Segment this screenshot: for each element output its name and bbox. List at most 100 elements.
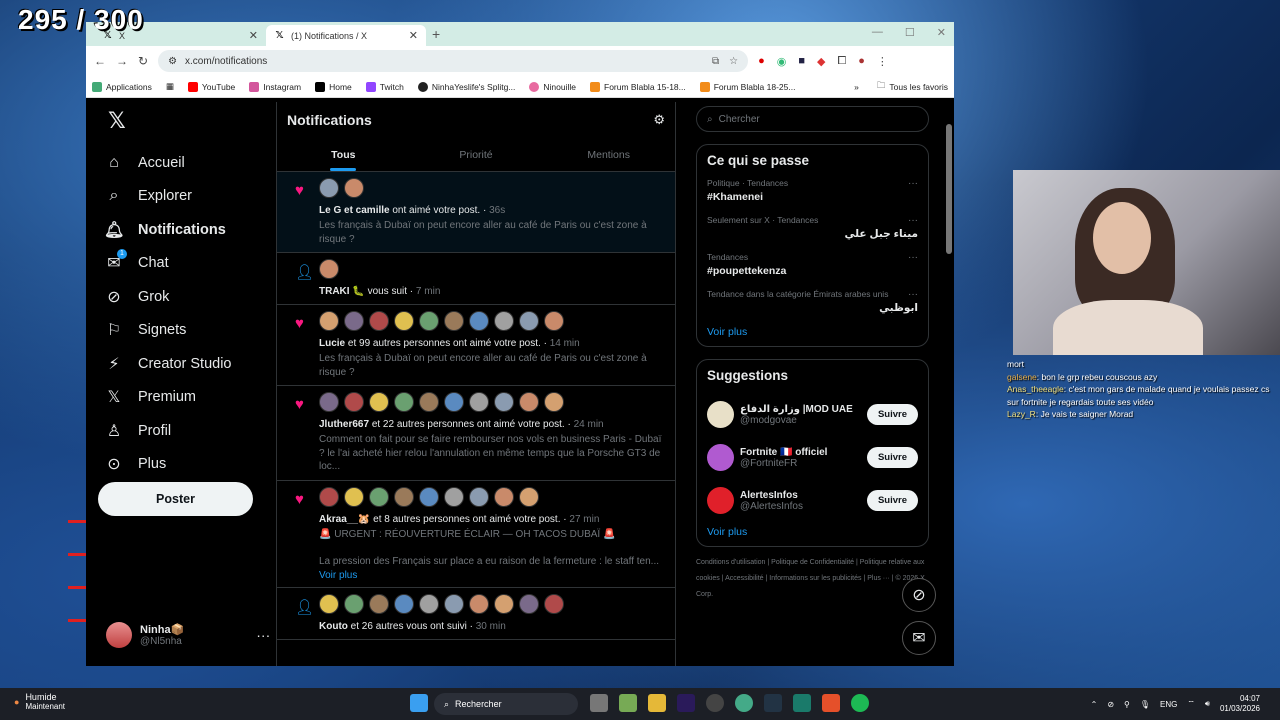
avatar[interactable]: [344, 178, 364, 198]
notification-item[interactable]: ♥ Lucie et 99 autres personnes ont aimé v…: [277, 305, 675, 386]
volume-icon[interactable]: 🔊︎: [1205, 699, 1210, 709]
notification-item[interactable]: 👤︎ Kouto et 26 autres vous ont suivi · 30…: [277, 588, 675, 640]
suggestion-item[interactable]: وزارة الدفاع |MOD UAE @modgovae Suivre: [707, 393, 918, 436]
puzzle-icon[interactable]: ⧠: [837, 55, 846, 68]
notification-item[interactable]: ♥ Akraa__🐹 et 8 autres personnes ont aimé…: [277, 481, 675, 588]
avatar[interactable]: [707, 401, 734, 428]
avatar[interactable]: [707, 444, 734, 471]
avatar[interactable]: [369, 392, 389, 412]
avatar[interactable]: [394, 311, 414, 331]
tab-mentions[interactable]: Mentions: [542, 138, 675, 171]
avatar[interactable]: [469, 392, 489, 412]
avatar[interactable]: [444, 594, 464, 614]
avatar[interactable]: [344, 392, 364, 412]
follow-button[interactable]: Suivre: [866, 490, 918, 511]
nav-item-explorer[interactable]: ⌕ Explorer: [104, 180, 276, 214]
trend-item[interactable]: Tendances #poupettekenza ···: [707, 252, 918, 277]
avatar[interactable]: [369, 311, 389, 331]
avatar[interactable]: [394, 392, 414, 412]
avatar[interactable]: [394, 594, 414, 614]
install-icon[interactable]: ⧉: [712, 56, 719, 67]
chrome-icon[interactable]: [735, 694, 753, 712]
brave-icon[interactable]: [822, 694, 840, 712]
avatar[interactable]: [469, 311, 489, 331]
menu-icon[interactable]: ⋮: [877, 55, 888, 68]
clock[interactable]: 04:07 01/03/2026: [1220, 694, 1260, 714]
avatar[interactable]: [444, 486, 464, 507]
bookmark-forum-18-25[interactable]: Forum Blabla 18-25...: [699, 81, 795, 92]
extension-icon[interactable]: ■: [798, 55, 805, 67]
nav-item-profil[interactable]: ♙ Profil: [104, 414, 276, 448]
notification-users[interactable]: Kouto: [319, 621, 348, 632]
avatar[interactable]: [494, 311, 514, 331]
trend-item[interactable]: Seulement sur X · Tendances ميناء جبل علي…: [707, 215, 918, 240]
nav-item-plus[interactable]: ⊙ Plus: [104, 448, 276, 482]
avatar[interactable]: [469, 594, 489, 614]
tab-priorite[interactable]: Priorité: [410, 138, 543, 171]
trend-item[interactable]: Tendance dans la catégorie Émirats arabe…: [707, 289, 918, 314]
wifi-icon[interactable]: ⌔: [1187, 699, 1195, 709]
nav-item-premium[interactable]: 𝕏 Premium: [104, 381, 276, 415]
reload-icon[interactable]: ↻: [138, 54, 148, 68]
avatar[interactable]: [344, 486, 364, 507]
more-options-icon[interactable]: ···: [908, 252, 918, 263]
network-off-icon[interactable]: ⊘: [1107, 700, 1114, 709]
site-info-icon[interactable]: ⚙: [168, 56, 177, 67]
avatar[interactable]: [494, 594, 514, 614]
more-options-icon[interactable]: ···: [908, 215, 918, 226]
more-options-icon[interactable]: ···: [908, 178, 918, 189]
premiere-icon[interactable]: [677, 694, 695, 712]
avatar[interactable]: [469, 486, 489, 507]
avatar[interactable]: [494, 392, 514, 412]
nav-item-grok[interactable]: ⊘ Grok: [104, 280, 276, 314]
avatar[interactable]: [394, 486, 414, 507]
see-more-link[interactable]: Voir plus: [319, 570, 663, 581]
gear-icon[interactable]: ⚙: [653, 112, 665, 128]
avatar[interactable]: [419, 392, 439, 412]
suggestion-item[interactable]: Fortnite 🇫🇷 officiel @FortniteFR Suivre: [707, 436, 918, 479]
avatar[interactable]: [544, 594, 564, 614]
footer-link[interactable]: Politique de Confidentialité: [771, 559, 854, 566]
nav-item-signets[interactable]: ⚐ Signets: [104, 314, 276, 348]
extension-icon[interactable]: ◉: [777, 55, 787, 68]
browser-tab-notifications[interactable]: 𝕏 (1) Notifications / X ✕: [266, 25, 426, 46]
more-bookmarks-icon[interactable]: »: [854, 82, 859, 92]
notification-item[interactable]: ♥ Jluther667 et 22 autres personnes ont a…: [277, 386, 675, 481]
grok-fab-icon[interactable]: ⊘: [902, 578, 936, 612]
account-switcher[interactable]: Ninha📦 @Nl5nha ···: [106, 622, 270, 648]
all-bookmarks[interactable]: 🗀 Tous les favoris: [877, 80, 948, 94]
footer-link[interactable]: Conditions d'utilisation: [696, 559, 765, 566]
avatar[interactable]: [419, 311, 439, 331]
avatar[interactable]: [444, 311, 464, 331]
chevron-up-icon[interactable]: ⌃: [1091, 700, 1098, 709]
mic-icon[interactable]: 🎙︎: [1140, 700, 1150, 709]
bookmark-splitgate[interactable]: NinhaYeslife's Splitg...: [417, 81, 515, 92]
x-logo-icon[interactable]: 𝕏: [108, 108, 276, 136]
avatar[interactable]: [319, 311, 339, 331]
follow-button[interactable]: Suivre: [866, 404, 918, 425]
bookmark-ninouille[interactable]: Ninouille: [529, 81, 576, 92]
see-more-link[interactable]: Voir plus: [707, 526, 918, 538]
bookmark-apps[interactable]: Applications: [92, 81, 152, 92]
back-icon[interactable]: ←: [94, 54, 106, 68]
avatar[interactable]: [519, 392, 539, 412]
avatar[interactable]: [494, 486, 514, 507]
avatar[interactable]: [519, 311, 539, 331]
avatar[interactable]: [319, 259, 339, 279]
usb-icon[interactable]: ⚲: [1124, 700, 1130, 709]
avatar[interactable]: [419, 486, 439, 507]
weather-widget[interactable]: ● Humide Maintenant: [14, 692, 65, 711]
notification-users[interactable]: Akraa__🐹: [319, 514, 370, 525]
footer-link[interactable]: Plus ···: [867, 575, 890, 582]
windows-start-icon[interactable]: [410, 694, 428, 712]
maximize-icon[interactable]: ☐: [905, 26, 915, 39]
scrollbar[interactable]: [946, 124, 952, 254]
footer-link[interactable]: Informations sur les publicités: [769, 575, 861, 582]
see-more-link[interactable]: Voir plus: [707, 326, 918, 338]
folder-icon[interactable]: [648, 694, 666, 712]
close-window-icon[interactable]: ✕: [937, 26, 946, 39]
avatar[interactable]: [544, 311, 564, 331]
suggestion-item[interactable]: AlertesInfos @AlertesInfos Suivre: [707, 479, 918, 522]
taskbar-search[interactable]: ⌕ Rechercher: [434, 693, 578, 715]
notification-item[interactable]: ♥ Le G et camille ont aimé votre post. · …: [277, 172, 675, 253]
